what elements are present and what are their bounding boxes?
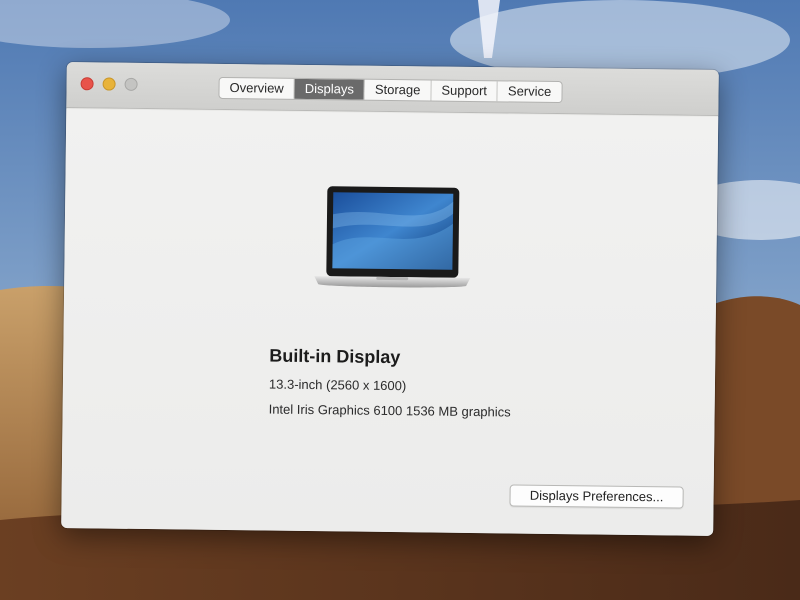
title-bar[interactable]: Overview Displays Storage Support Servic…	[66, 62, 719, 116]
window-controls	[80, 77, 138, 91]
display-info: Built-in Display 13.3-inch (2560 x 1600)…	[268, 346, 511, 430]
tab-bar: Overview Displays Storage Support Servic…	[218, 76, 563, 104]
close-button[interactable]	[80, 77, 94, 91]
tab-support[interactable]: Support	[431, 80, 499, 102]
zoom-button	[124, 77, 138, 91]
display-graphics: Intel Iris Graphics 6100 1536 MB graphic…	[268, 401, 511, 420]
tab-overview[interactable]: Overview	[219, 77, 295, 99]
displays-panel: Built-in Display 13.3-inch (2560 x 1600)…	[61, 109, 719, 536]
tab-service[interactable]: Service	[498, 81, 562, 102]
tab-displays[interactable]: Displays	[294, 78, 365, 100]
tab-storage[interactable]: Storage	[364, 79, 432, 101]
about-this-mac-window: Overview Displays Storage Support Servic…	[61, 62, 719, 536]
displays-preferences-button[interactable]: Displays Preferences...	[509, 484, 684, 509]
minimize-button[interactable]	[102, 77, 116, 91]
laptop-icon	[310, 184, 475, 292]
display-size: 13.3-inch (2560 x 1600)	[268, 376, 407, 394]
display-name: Built-in Display	[269, 345, 401, 368]
